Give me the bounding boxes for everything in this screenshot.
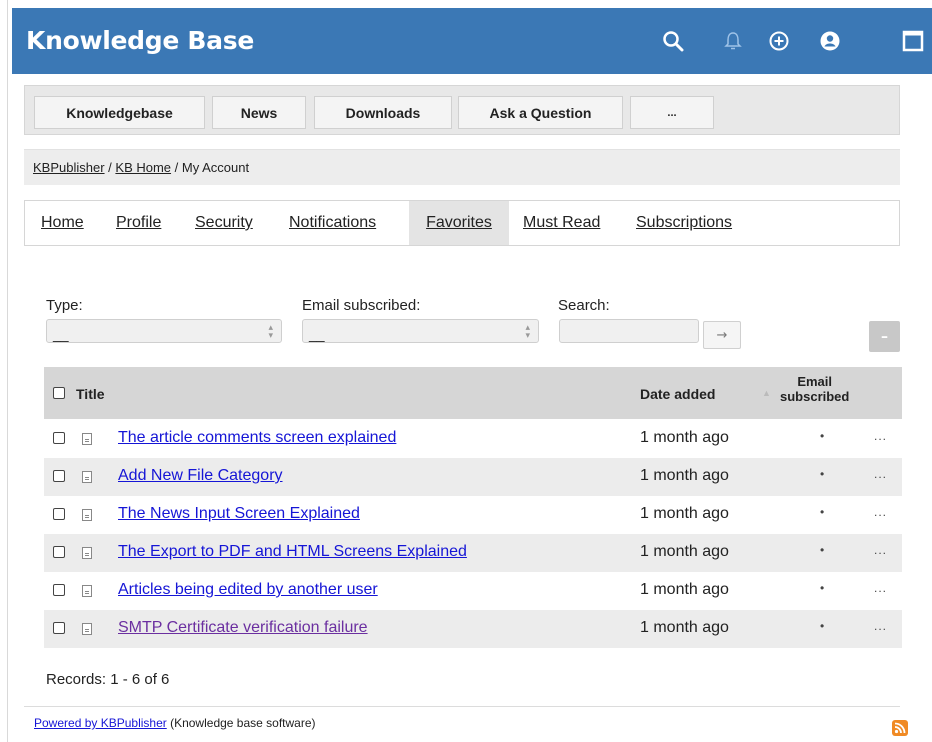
type-filter-value: __: [53, 326, 69, 342]
sort-arrow-icon: ▲: [762, 388, 771, 398]
menu-ask-question[interactable]: Ask a Question: [458, 96, 623, 129]
tab-home[interactable]: Home: [31, 201, 94, 245]
email-subscribed-dot: •: [820, 467, 825, 481]
top-menu: Knowledgebase News Downloads Ask a Quest…: [24, 85, 900, 135]
row-checkbox[interactable]: [53, 470, 65, 482]
email-column-header[interactable]: Email subscribed: [780, 374, 849, 404]
row-actions-button[interactable]: ...: [874, 581, 887, 595]
email-subscribed-dot: •: [820, 581, 825, 595]
select-arrows-icon: ▴ ▾: [525, 322, 530, 340]
date-column-header[interactable]: Date added: [640, 386, 715, 402]
table-row: The News Input Screen Explained 1 month …: [44, 496, 902, 534]
breadcrumb-separator: /: [174, 160, 182, 175]
tab-security[interactable]: Security: [185, 201, 263, 245]
search-go-button[interactable]: →: [703, 321, 741, 349]
rss-icon[interactable]: [892, 720, 908, 736]
table-row: Add New File Category 1 month ago • ...: [44, 458, 902, 496]
row-actions-button[interactable]: ...: [874, 505, 887, 519]
search-icon[interactable]: [658, 26, 688, 56]
menu-more[interactable]: ...: [630, 96, 714, 129]
row-date: 1 month ago: [640, 429, 729, 446]
document-icon: [82, 547, 92, 559]
article-link[interactable]: The article comments screen explained: [118, 429, 396, 447]
powered-by-link[interactable]: Powered by KBPublisher: [34, 716, 167, 730]
window-icon[interactable]: [898, 26, 928, 56]
email-header-line2: subscribed: [780, 389, 850, 404]
email-header-line1: Email: [797, 374, 833, 389]
row-actions-button[interactable]: ...: [874, 543, 887, 557]
row-checkbox[interactable]: [53, 508, 65, 520]
records-count: Records: 1 - 6 of 6: [46, 671, 170, 688]
row-date: 1 month ago: [640, 543, 729, 560]
row-actions-button[interactable]: ...: [874, 467, 887, 481]
email-filter-value: __: [309, 326, 325, 342]
table-row: The Export to PDF and HTML Screens Expla…: [44, 534, 902, 572]
document-icon: [82, 471, 92, 483]
menu-downloads[interactable]: Downloads: [314, 96, 452, 129]
article-link[interactable]: The Export to PDF and HTML Screens Expla…: [118, 543, 467, 561]
menu-news[interactable]: News: [212, 96, 306, 129]
select-all-checkbox[interactable]: [53, 387, 65, 399]
select-arrows-icon: ▴ ▾: [268, 322, 273, 340]
email-subscribed-dot: •: [820, 429, 825, 443]
breadcrumb-current: My Account: [181, 160, 250, 175]
title-column-header[interactable]: Title: [76, 386, 105, 402]
footer-text: (Knowledge base software): [166, 716, 316, 730]
row-checkbox[interactable]: [53, 432, 65, 444]
table-row: Articles being edited by another user 1 …: [44, 572, 902, 610]
article-link[interactable]: Articles being edited by another user: [118, 581, 378, 599]
user-icon[interactable]: [815, 26, 845, 56]
type-filter-select[interactable]: __ ▴ ▾: [46, 319, 282, 343]
account-tabs: Home Profile Security Notifications Favo…: [24, 200, 900, 246]
tab-profile[interactable]: Profile: [106, 201, 171, 245]
row-actions-button[interactable]: ...: [874, 619, 887, 633]
tab-notifications[interactable]: Notifications: [279, 201, 386, 245]
breadcrumb-kbpublisher[interactable]: KBPublisher: [33, 160, 105, 175]
header-bar: Knowledge Base: [12, 8, 932, 74]
document-icon: [82, 585, 92, 597]
table-row: The article comments screen explained 1 …: [44, 420, 902, 458]
row-date: 1 month ago: [640, 505, 729, 522]
email-filter-select[interactable]: __ ▴ ▾: [302, 319, 539, 343]
tab-must-read[interactable]: Must Read: [513, 201, 610, 245]
email-subscribed-dot: •: [820, 543, 825, 557]
row-checkbox[interactable]: [53, 546, 65, 558]
row-checkbox[interactable]: [53, 622, 65, 634]
row-date: 1 month ago: [640, 619, 729, 636]
document-icon: [82, 433, 92, 445]
breadcrumb-kb-home[interactable]: KB Home: [115, 160, 171, 175]
article-link[interactable]: Add New File Category: [118, 467, 283, 485]
add-circle-icon[interactable]: [764, 26, 794, 56]
document-icon: [82, 623, 92, 635]
row-date: 1 month ago: [640, 581, 729, 598]
row-actions-button[interactable]: ...: [874, 429, 887, 443]
table-header: Title Date added ▲ Email subscribed: [44, 367, 902, 419]
document-icon: [82, 509, 92, 521]
tab-favorites[interactable]: Favorites: [409, 201, 509, 245]
breadcrumb: KBPublisher / KB Home / My Account: [24, 149, 900, 185]
footer-divider: [24, 706, 900, 707]
email-subscribed-dot: •: [820, 505, 825, 519]
table-row: SMTP Certificate verification failure 1 …: [44, 610, 902, 648]
type-filter-label: Type:: [46, 297, 83, 314]
collapse-filter-button[interactable]: –: [869, 321, 900, 352]
bell-icon[interactable]: [718, 26, 748, 56]
email-filter-label: Email subscribed:: [302, 297, 421, 314]
menu-knowledgebase[interactable]: Knowledgebase: [34, 96, 205, 129]
footer: Powered by KBPublisher (Knowledge base s…: [34, 716, 316, 730]
app-title: Knowledge Base: [26, 26, 254, 55]
search-label: Search:: [558, 297, 610, 314]
tab-subscriptions[interactable]: Subscriptions: [626, 201, 742, 245]
search-input[interactable]: [559, 319, 699, 343]
article-link[interactable]: The News Input Screen Explained: [118, 505, 360, 523]
email-subscribed-dot: •: [820, 619, 825, 633]
article-link[interactable]: SMTP Certificate verification failure: [118, 619, 368, 637]
left-border: [0, 0, 8, 742]
row-checkbox[interactable]: [53, 584, 65, 596]
row-date: 1 month ago: [640, 467, 729, 484]
